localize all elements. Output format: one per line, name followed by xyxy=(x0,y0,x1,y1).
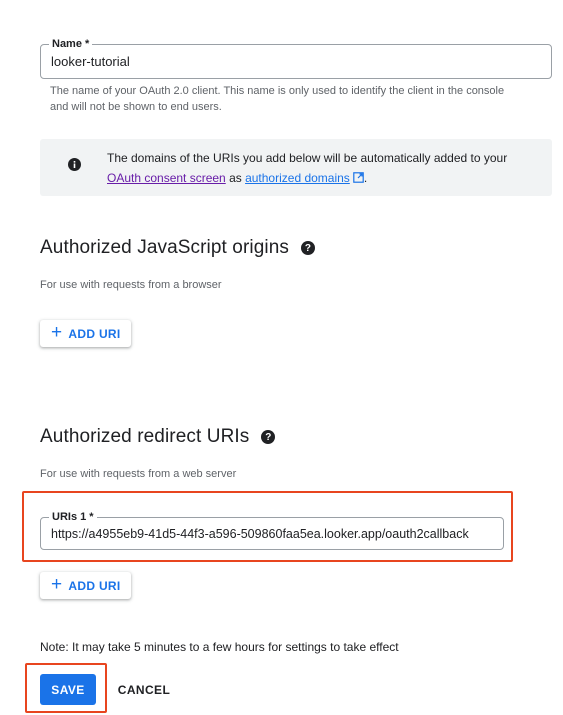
redirect-uris-subtitle: For use with requests from a web server xyxy=(40,468,237,480)
redirect-uris-help-icon[interactable]: ? xyxy=(261,430,276,444)
name-field[interactable]: Name * looker-tutorial xyxy=(40,36,552,79)
js-origins-subtitle: For use with requests from a browser xyxy=(40,279,222,291)
settings-note: Note: It may take 5 minutes to a few hou… xyxy=(40,640,399,654)
js-origins-help-icon[interactable]: ? xyxy=(300,241,315,255)
cancel-button[interactable]: CANCEL xyxy=(112,674,176,705)
js-origins-title: Authorized JavaScript origins ? xyxy=(40,237,315,259)
redirect-uris-title: Authorized redirect URIs ? xyxy=(40,426,276,448)
redirect-add-uri-button[interactable]: + ADD URI xyxy=(40,572,131,599)
plus-icon: + xyxy=(51,574,63,595)
save-button[interactable]: SAVE xyxy=(40,674,96,705)
name-input[interactable]: looker-tutorial xyxy=(51,45,543,78)
plus-icon: + xyxy=(51,322,63,343)
redirect-uri-input[interactable]: https://a4955eb9-41d5-44f3-a596-509860fa… xyxy=(51,518,495,549)
authorized-domains-link[interactable]: authorized domains xyxy=(245,171,350,185)
external-link-icon xyxy=(353,169,364,189)
js-origins-add-uri-button[interactable]: + ADD URI xyxy=(40,320,131,347)
domains-notice: The domains of the URIs you add below wi… xyxy=(40,139,552,196)
name-helper-text: The name of your OAuth 2.0 client. This … xyxy=(50,85,505,113)
info-icon xyxy=(68,158,81,176)
redirect-uri-field[interactable]: URIs 1 * https://a4955eb9-41d5-44f3-a596… xyxy=(40,509,504,550)
oauth-consent-screen-link[interactable]: OAuth consent screen xyxy=(107,171,226,185)
notice-text: The domains of the URIs you add below wi… xyxy=(107,148,537,189)
